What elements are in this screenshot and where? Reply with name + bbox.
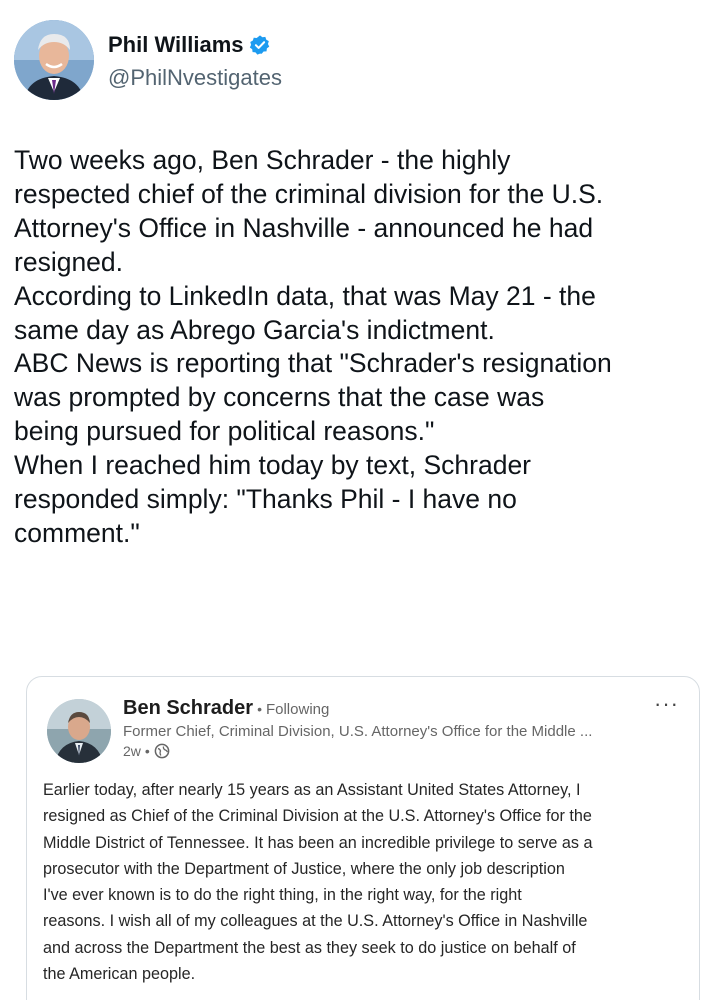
quoted-text-line: prosecutor with the Department of Justic… (43, 859, 565, 878)
tweet-text-line: When I reached him today by text, Schrad… (14, 450, 532, 481)
author-avatar-image (14, 20, 94, 100)
globe-icon (154, 743, 170, 759)
tweet-text-line: ABC News is reporting that "Schrader's r… (14, 348, 612, 379)
quoted-text-line: Earlier today, after nearly 15 years as … (43, 781, 581, 799)
name-separator: • (257, 701, 262, 717)
quoted-post-text: Earlier today, after nearly 15 years as … (43, 777, 693, 987)
quoted-text-line: the American people. (43, 965, 196, 984)
tweet-text-line: resigned. (14, 246, 124, 277)
tweet-text-line: respected chief of the criminal division… (14, 178, 604, 209)
post-meta: 2w • (123, 743, 170, 759)
author-name-row[interactable]: Phil Williams (108, 32, 271, 58)
meta-separator: • (144, 743, 150, 759)
quoted-author-row: Ben Schrader • Following (123, 697, 329, 720)
tweet-text: Two weeks ago, Ben Schrader - the highly… (14, 144, 710, 551)
quoted-text-line: resigned as Chief of the Criminal Divisi… (43, 807, 592, 826)
tweet-text-line: According to LinkedIn data, that was May… (14, 280, 596, 311)
quoted-linkedin-post[interactable]: Ben Schrader • Following Former Chief, C… (26, 676, 700, 1000)
author-handle[interactable]: @PhilNvestigates (108, 65, 282, 91)
quoted-author-headline: Former Chief, Criminal Division, U.S. At… (123, 723, 593, 740)
post-age: 2w (123, 743, 141, 759)
quoted-author-avatar-image (47, 699, 111, 763)
quoted-author-name[interactable]: Ben Schrader (123, 697, 253, 720)
tweet-text-line: responded simply: "Thanks Phil - I have … (14, 484, 517, 515)
tweet-text-line: comment." (14, 517, 140, 548)
tweet-text-line: same day as Abrego Garcia's indictment. (14, 314, 495, 345)
tweet-text-line: Two weeks ago, Ben Schrader - the highly (14, 145, 511, 175)
quoted-text-line: reasons. I wish all of my colleagues at … (43, 912, 588, 931)
quoted-text-line: I've ever known is to do the right thing… (43, 886, 522, 905)
quoted-author-avatar[interactable] (47, 699, 111, 763)
tweet-text-line: was prompted by concerns that the case w… (14, 382, 545, 413)
quoted-text-line: and across the Department the best as th… (43, 938, 576, 957)
tweet-text-line: Attorney's Office in Nashville - announc… (14, 212, 594, 243)
tweet-text-line: being pursued for political reasons." (14, 416, 435, 447)
tweet-header: Phil Williams @PhilNvestigates (14, 20, 704, 102)
author-avatar[interactable] (14, 20, 94, 100)
quoted-text-line: Middle District of Tennessee. It has bee… (43, 833, 593, 852)
author-name[interactable]: Phil Williams (108, 32, 244, 58)
follow-status[interactable]: Following (266, 701, 329, 718)
more-options-icon[interactable]: ··· (654, 691, 679, 717)
verified-badge-icon (249, 34, 271, 56)
